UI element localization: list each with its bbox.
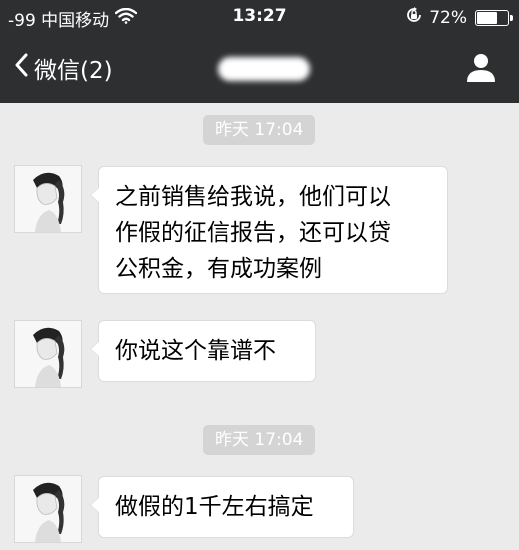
profile-button[interactable] bbox=[465, 51, 497, 87]
chevron-left-icon bbox=[14, 53, 28, 83]
message-text-line: 之前销售给我说，他们可以 bbox=[115, 184, 391, 210]
battery-level-fill bbox=[477, 11, 498, 24]
message-text-line: 作假的征信报告，还可以贷 bbox=[115, 220, 391, 246]
message-timestamp: 昨天 17:04 bbox=[203, 115, 316, 145]
status-bar: -99 中国移动 13:27 72% bbox=[0, 0, 519, 35]
avatar[interactable] bbox=[14, 165, 82, 233]
status-right: 72% bbox=[405, 6, 513, 29]
battery-percent: 72% bbox=[429, 7, 467, 28]
person-icon bbox=[465, 54, 497, 87]
message-bubble[interactable]: 你说这个靠谱不 bbox=[90, 320, 316, 382]
back-button[interactable]: 微信(2) bbox=[14, 51, 113, 85]
chat-header: 微信(2) bbox=[0, 35, 519, 103]
rotation-lock-icon bbox=[405, 6, 423, 29]
message-text: 你说这个靠谱不 bbox=[115, 338, 276, 364]
message-timestamp: 昨天 17:04 bbox=[203, 425, 316, 455]
avatar[interactable] bbox=[14, 320, 82, 388]
message-text-line: 公积金，有成功案例 bbox=[115, 256, 322, 282]
battery-icon bbox=[475, 9, 513, 26]
message-text: 做假的1千左右搞定 bbox=[115, 494, 314, 520]
message-bubble[interactable]: 之前销售给我说，他们可以 作假的征信报告，还可以贷 公积金，有成功案例 bbox=[90, 166, 448, 294]
back-label: 微信(2) bbox=[34, 58, 113, 84]
message-bubble[interactable]: 做假的1千左右搞定 bbox=[90, 476, 354, 538]
redacted-contact-name bbox=[218, 57, 310, 81]
avatar[interactable] bbox=[14, 475, 82, 543]
